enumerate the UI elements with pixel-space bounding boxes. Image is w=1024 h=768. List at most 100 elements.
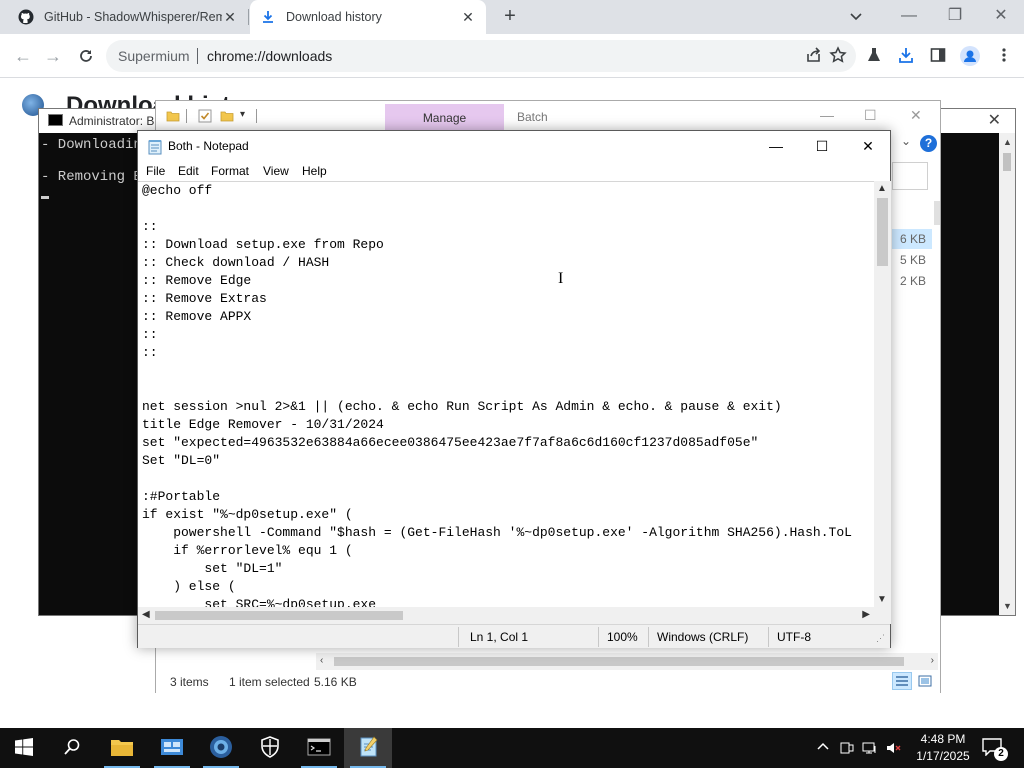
supermium-icon xyxy=(209,735,233,762)
text-cursor-ibeam-icon: I xyxy=(558,270,564,287)
browser-menu-icon[interactable] xyxy=(995,46,1013,64)
menu-view[interactable]: View xyxy=(263,164,289,178)
taskbar-windows-security[interactable] xyxy=(246,728,294,768)
taskbar-supermium[interactable] xyxy=(197,728,245,768)
show-hidden-icons-chevron-icon[interactable] xyxy=(815,740,831,756)
properties-check-icon[interactable] xyxy=(198,109,212,123)
close-window-button[interactable]: ✕ xyxy=(988,4,1014,28)
explorer-search-box[interactable] xyxy=(892,162,928,190)
share-icon[interactable] xyxy=(805,46,823,64)
text-line: :: Remove Edge xyxy=(142,273,252,288)
tab-manage[interactable]: Manage xyxy=(385,104,504,132)
line-ending: Windows (CRLF) xyxy=(657,630,749,644)
scrollbar-thumb[interactable] xyxy=(155,611,403,620)
selection-count: 1 item selected xyxy=(229,675,310,689)
explorer-status-bar: 3 items 1 item selected 5.16 KB xyxy=(156,671,940,693)
notepad-text-area[interactable]: @echo off :: :: Download setup.exe from … xyxy=(138,181,874,607)
notepad-window[interactable]: Both - Notepad — ☐ ✕ File Edit Format Vi… xyxy=(137,130,891,648)
taskbar-file-explorer[interactable] xyxy=(98,728,146,768)
scroll-down-arrow-icon[interactable]: ▼ xyxy=(877,594,887,605)
explorer-close-icon[interactable]: ✕ xyxy=(910,107,922,124)
resize-grip-icon[interactable]: ⋰ xyxy=(876,633,885,644)
scroll-right-arrow-icon[interactable]: ▶ xyxy=(862,609,870,620)
new-tab-button[interactable]: + xyxy=(500,6,520,28)
scroll-left-arrow-icon[interactable]: ◀ xyxy=(142,609,150,620)
item-count: 3 items xyxy=(170,675,209,689)
taskbar-control-panel[interactable] xyxy=(148,728,196,768)
notepad-maximize-icon[interactable]: ☐ xyxy=(799,133,845,159)
back-button[interactable]: ← xyxy=(12,45,34,67)
close-tab-icon[interactable]: ✕ xyxy=(460,9,476,26)
system-clock[interactable]: 4:48 PM 1/17/2025 xyxy=(912,731,974,765)
minimize-window-button[interactable]: — xyxy=(896,4,922,28)
notepad-vertical-scrollbar[interactable]: ▲ ▼ xyxy=(874,181,891,607)
menu-format[interactable]: Format xyxy=(211,164,249,178)
menu-help[interactable]: Help xyxy=(302,164,327,178)
cmd-app-icon xyxy=(48,114,63,126)
scrollbar-thumb[interactable] xyxy=(877,198,888,266)
restore-window-button[interactable]: ❐ xyxy=(942,4,968,28)
notepad-window-title: Both - Notepad xyxy=(168,139,249,153)
taskbar-command-prompt[interactable] xyxy=(295,728,343,768)
notification-center-button[interactable]: 2 xyxy=(982,738,1008,761)
scrollbar-thumb[interactable] xyxy=(1003,153,1011,171)
tab-batch[interactable]: Batch xyxy=(517,110,548,124)
file-encoding: UTF-8 xyxy=(777,630,811,644)
cmd-cursor xyxy=(41,196,49,199)
customize-quick-access-chevron-icon[interactable]: ▾ xyxy=(240,109,254,123)
reload-button[interactable] xyxy=(75,45,97,67)
notepad-menu-bar: File Edit Format View Help xyxy=(138,161,890,181)
volume-muted-icon[interactable] xyxy=(886,740,902,756)
taskbar-notepad[interactable] xyxy=(344,728,392,768)
tab-download-history[interactable]: Download history ✕ xyxy=(250,0,486,34)
cmd-close-icon[interactable]: ✕ xyxy=(988,110,1001,130)
tab-title: GitHub - ShadowWhisperer/Remove-MS-Edge xyxy=(44,10,222,24)
new-folder-icon[interactable] xyxy=(220,109,234,123)
scroll-down-arrow-icon[interactable]: ▼ xyxy=(1003,601,1012,611)
close-tab-icon[interactable]: ✕ xyxy=(222,9,238,26)
explorer-content-scrollbar[interactable] xyxy=(934,201,940,225)
tab-github[interactable]: GitHub - ShadowWhisperer/Remove-MS-Edge … xyxy=(8,0,248,34)
profile-avatar-icon[interactable] xyxy=(960,46,980,66)
details-view-icon[interactable] xyxy=(892,672,912,690)
folder-icon xyxy=(166,109,180,123)
scroll-up-arrow-icon[interactable]: ▲ xyxy=(877,183,887,194)
scroll-up-arrow-icon[interactable]: ▲ xyxy=(1003,137,1012,147)
menu-edit[interactable]: Edit xyxy=(178,164,199,178)
taskbar-search-button[interactable] xyxy=(48,728,96,768)
extensions-flask-icon[interactable] xyxy=(865,46,883,64)
network-icon[interactable] xyxy=(862,740,878,756)
side-panel-icon[interactable] xyxy=(929,46,947,64)
large-icons-view-icon[interactable] xyxy=(915,672,935,690)
browser-tab-strip: GitHub - ShadowWhisperer/Remove-MS-Edge … xyxy=(0,0,1024,34)
bookmark-star-icon[interactable] xyxy=(829,46,847,64)
notepad-icon xyxy=(356,735,380,762)
file-size: 6 KB xyxy=(892,229,932,249)
explorer-minimize-icon[interactable]: — xyxy=(820,107,834,123)
menu-file[interactable]: File xyxy=(146,164,165,178)
clock-date: 1/17/2025 xyxy=(916,749,970,763)
notepad-horizontal-scrollbar[interactable]: ◀ ▶ xyxy=(138,607,874,624)
status-divider xyxy=(768,627,769,647)
downloads-icon[interactable] xyxy=(897,46,915,64)
download-icon xyxy=(260,9,276,25)
scrollbar-thumb[interactable] xyxy=(334,657,904,666)
notepad-close-icon[interactable]: ✕ xyxy=(845,133,891,159)
qa-divider xyxy=(256,109,257,123)
address-url: chrome://downloads xyxy=(207,48,333,64)
scroll-right-arrow-icon[interactable]: › xyxy=(931,655,934,666)
help-icon[interactable]: ? xyxy=(920,135,937,152)
scroll-left-arrow-icon[interactable]: ‹ xyxy=(320,655,323,666)
explorer-maximize-icon[interactable]: ☐ xyxy=(864,107,877,124)
forward-button[interactable]: → xyxy=(42,45,64,67)
device-icon[interactable] xyxy=(839,740,855,756)
text-line: net session >nul 2>&1 || (echo. & echo R… xyxy=(142,399,782,414)
explorer-horizontal-scrollbar[interactable]: ‹ › xyxy=(316,653,938,670)
address-bar[interactable]: Supermium chrome://downloads xyxy=(106,40,856,72)
ribbon-expand-chevron-icon[interactable]: ⌄ xyxy=(901,134,911,148)
text-line: :: xyxy=(142,327,158,342)
cmd-scrollbar[interactable]: ▲ ▼ xyxy=(999,133,1015,615)
start-button[interactable] xyxy=(0,728,48,768)
notepad-minimize-icon[interactable]: — xyxy=(753,133,799,159)
tab-search-chevron-icon[interactable] xyxy=(849,9,863,25)
